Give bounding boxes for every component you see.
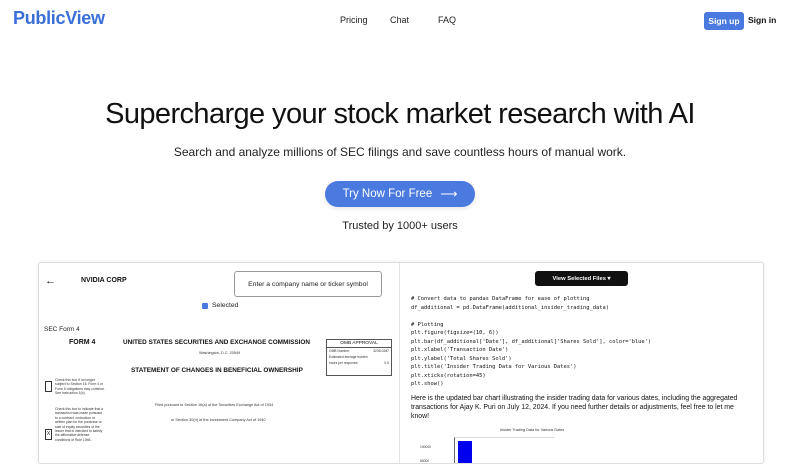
omb-burden-label: Estimated average burden [329, 355, 368, 359]
nav-link-chat[interactable]: Chat [390, 15, 409, 25]
filed-pursuant-1: Filed pursuant to Section 16(a) of the S… [155, 403, 274, 407]
try-now-button[interactable]: Try Now For Free ⟶ [325, 181, 475, 207]
chart-title: Insider Trading Data for Various Dates [500, 428, 565, 432]
section16-text: Check this box if no longer subject to S… [55, 378, 105, 396]
back-arrow-icon[interactable]: ← [45, 275, 56, 287]
company-name: NVIDIA CORP [81, 277, 127, 284]
code-line: plt.figure(figsize=(10, 6)) [411, 330, 499, 336]
brand-logo[interactable]: PublicView [13, 8, 105, 29]
omb-approval-box: OMB APPROVAL OMB Number: 3235-0287 Estim… [326, 339, 392, 376]
assistant-answer: Here is the updated bar chart illustrati… [411, 395, 738, 420]
code-line: plt.ylabel('Total Shares Sold') [411, 355, 512, 362]
filed-pursuant-2: or Section 30(h) of the Investment Compa… [171, 418, 266, 422]
try-now-label: Try Now For Free [342, 188, 433, 200]
signin-button[interactable]: Sign in [748, 15, 776, 25]
statement-heading: STATEMENT OF CHANGES IN BENEFICIAL OWNER… [131, 367, 303, 374]
selected-toggle[interactable]: Selected [202, 302, 238, 309]
omb-hours-label: hours per response: [329, 361, 359, 365]
code-line: plt.xticks(rotation=45) [411, 372, 486, 379]
app-preview: ← NVIDIA CORP Enter a company name or ti… [38, 262, 764, 464]
top-navbar: PublicView Pricing Chat FAQ Sign up Sign… [0, 0, 800, 42]
signup-button[interactable]: Sign up [704, 12, 744, 30]
omb-number: 3235-0287 [373, 349, 389, 353]
selected-label: Selected [212, 302, 239, 309]
code-line: plt.xlabel('Transaction Date') [411, 347, 509, 353]
form-type-label: SEC Form 4 [44, 326, 80, 333]
omb-hours-row: hours per response: 0.5 [327, 360, 391, 366]
rule10b5-text: Check this box to indicate that a transa… [55, 407, 104, 442]
trusted-text: Trusted by 1000+ users [342, 220, 458, 232]
hero-title: Supercharge your stock market research w… [105, 98, 695, 130]
nav-link-faq[interactable]: FAQ [438, 15, 456, 25]
code-line: plt.bar(df_additional['Date'], df_additi… [411, 338, 652, 345]
section16-checkbox [45, 381, 52, 392]
omb-title: OMB APPROVAL [327, 340, 391, 348]
code-line: plt.show() [411, 381, 444, 387]
view-selected-files-button[interactable]: View Selected Files ▾ [535, 271, 628, 286]
code-line: plt.title('Insider Trading Data for Vari… [411, 364, 577, 370]
rule10b5-checkbox: X [45, 429, 52, 440]
commission-heading: UNITED STATES SECURITIES AND EXCHANGE CO… [123, 339, 310, 346]
code-line: # Convert data to pandas DataFrame for e… [411, 296, 590, 302]
checkbox-checked-icon[interactable] [202, 302, 208, 309]
form4-heading: FORM 4 [69, 339, 96, 346]
code-line: # Plotting [411, 321, 444, 328]
commission-city: Washington, D.C. 20549 [199, 351, 241, 355]
filing-pane: ← NVIDIA CORP Enter a company name or ti… [39, 263, 400, 463]
code-block: # Convert data to pandas DataFrame for e… [411, 295, 651, 389]
chart-bar [458, 441, 472, 463]
hero-subtitle: Search and analyze millions of SEC filin… [173, 145, 627, 159]
code-line: df_additional = pd.DataFrame(additional_… [411, 304, 609, 311]
omb-number-label: OMB Number: [329, 349, 351, 353]
chart-tick-top: 100000 [420, 445, 432, 449]
omb-hours: 0.5 [384, 361, 389, 365]
company-search-input[interactable]: Enter a company name or ticker symbol [234, 271, 382, 297]
insider-bar-chart: Insider Trading Data for Various Dates 1… [410, 425, 630, 463]
arrow-right-icon: ⟶ [440, 187, 458, 201]
chat-pane: View Selected Files ▾ # Convert data to … [400, 263, 763, 463]
nav-link-pricing[interactable]: Pricing [340, 15, 368, 25]
chart-tick-bottom: 80000 [420, 459, 430, 463]
